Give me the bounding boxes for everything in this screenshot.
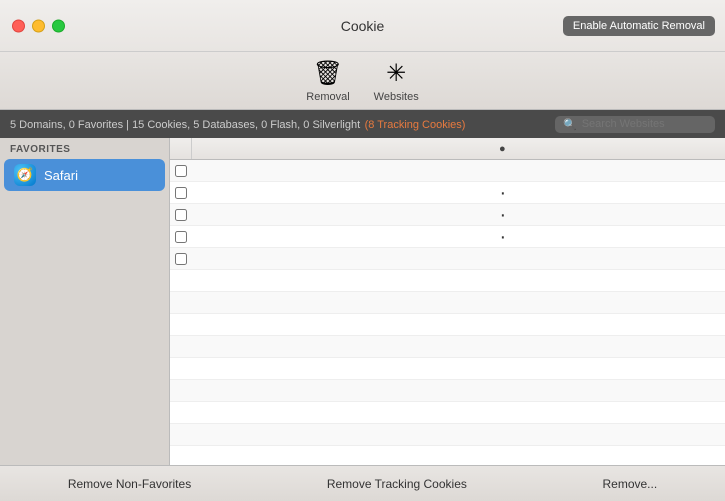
- trash-icon: 🗑: [313, 59, 343, 88]
- enable-automatic-removal-button[interactable]: Enable Automatic Removal: [563, 16, 715, 36]
- table-row[interactable]: ▶ apple.com: [170, 160, 725, 182]
- status-text: 5 Domains, 0 Favorites | 15 Cookies, 5 D…: [10, 119, 360, 131]
- table-header: ● ★ ✱ Website/N... ▲ Name Path Secure: [170, 138, 725, 160]
- row-dot-cell: [192, 248, 725, 269]
- table-row[interactable]: · ▶ coreldraw.co: [170, 226, 725, 248]
- sidebar-item-safari[interactable]: 🧭 Safari: [4, 159, 165, 191]
- remove-non-favorites-button[interactable]: Remove Non-Favorites: [60, 473, 199, 495]
- search-input[interactable]: [582, 118, 712, 130]
- row-checkbox[interactable]: [170, 160, 192, 181]
- table-row-empty: [170, 336, 725, 358]
- table-row[interactable]: · ▶ baidu.com...: [170, 182, 725, 204]
- websites-label: Websites: [374, 91, 419, 103]
- title-bar: Cookie Enable Automatic Removal: [0, 0, 725, 52]
- row-dot-cell: ·: [192, 226, 725, 247]
- websites-toolbar-item[interactable]: ✳ Websites: [374, 59, 419, 103]
- sidebar-item-label: Safari: [44, 168, 78, 183]
- safari-icon: 🧭: [14, 164, 36, 186]
- removal-toolbar-item[interactable]: 🗑 Removal: [306, 59, 349, 103]
- table-body: ▶ apple.com · ▶ baidu.c: [170, 160, 725, 465]
- footer: Remove Non-Favorites Remove Tracking Coo…: [0, 465, 725, 501]
- row-checkbox[interactable]: [170, 204, 192, 225]
- row-checkbox[interactable]: [170, 248, 192, 269]
- row-dot-cell: ·: [192, 182, 725, 203]
- main-content: FAVORITES 🧭 Safari ● ★ ✱ Website/N... ▲: [0, 138, 725, 465]
- row-dot-cell: ·: [192, 204, 725, 225]
- table-row-empty: [170, 292, 725, 314]
- remove-button[interactable]: Remove...: [595, 473, 666, 495]
- table-row[interactable]: · ▶ chiefarchite: [170, 204, 725, 226]
- search-box[interactable]: 🔍: [555, 116, 715, 133]
- table-row-empty: [170, 270, 725, 292]
- row-checkbox[interactable]: [170, 226, 192, 247]
- table-row-empty: [170, 314, 725, 336]
- toolbar: 🗑 Removal ✳ Websites: [0, 52, 725, 110]
- status-summary: 5 Domains, 0 Favorites | 15 Cookies, 5 D…: [10, 115, 465, 133]
- row-checkbox[interactable]: [170, 182, 192, 203]
- status-bar: 5 Domains, 0 Favorites | 15 Cookies, 5 D…: [0, 110, 725, 138]
- favorites-header: FAVORITES: [0, 138, 169, 159]
- sidebar: FAVORITES 🧭 Safari: [0, 138, 170, 465]
- table-row[interactable]: ▶ qq.com (2): [170, 248, 725, 270]
- traffic-lights: [12, 19, 65, 32]
- th-dot[interactable]: ●: [192, 138, 725, 159]
- app-title: Cookie: [341, 18, 385, 34]
- tracking-text: (8 Tracking Cookies): [365, 119, 466, 131]
- remove-tracking-cookies-button[interactable]: Remove Tracking Cookies: [319, 473, 475, 495]
- table-row-empty: [170, 446, 725, 465]
- table-row-empty: [170, 358, 725, 380]
- search-icon: 🔍: [563, 118, 577, 131]
- close-button[interactable]: [12, 19, 25, 32]
- zoom-button[interactable]: [52, 19, 65, 32]
- th-checkbox: [170, 138, 192, 159]
- table-row-empty: [170, 380, 725, 402]
- row-dot-cell: [192, 160, 725, 181]
- table-row-empty: [170, 424, 725, 446]
- websites-icon: ✳: [386, 59, 406, 88]
- minimize-button[interactable]: [32, 19, 45, 32]
- table-row-empty: [170, 402, 725, 424]
- removal-label: Removal: [306, 91, 349, 103]
- table-area: ● ★ ✱ Website/N... ▲ Name Path Secure: [170, 138, 725, 465]
